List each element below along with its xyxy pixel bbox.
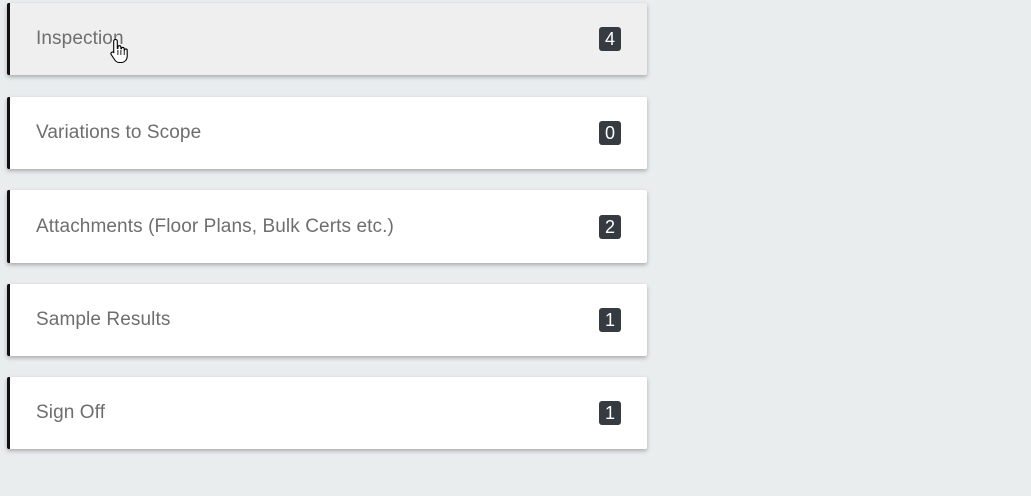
panel-label: Attachments (Floor Plans, Bulk Certs etc… [36, 215, 394, 237]
panel-sign-off[interactable]: Sign Off 1 [7, 377, 647, 449]
panel-label: Variations to Scope [36, 122, 202, 143]
section-panel-list: Inspection 4 Variations to Scope 0 Attac… [7, 3, 647, 471]
count-badge: 1 [599, 401, 621, 425]
count-badge: 2 [599, 214, 621, 239]
panel-label: Inspection [36, 28, 124, 49]
panel-inspection[interactable]: Inspection 4 [7, 3, 647, 75]
count-badge: 1 [599, 308, 621, 332]
panel-label: Sample Results [36, 309, 171, 330]
count-badge: 0 [599, 121, 621, 145]
panel-sample-results[interactable]: Sample Results 1 [7, 284, 647, 356]
panel-variations-to-scope[interactable]: Variations to Scope 0 [7, 97, 647, 169]
panel-label: Sign Off [36, 402, 106, 423]
count-badge: 4 [599, 27, 621, 51]
panel-attachments[interactable]: Attachments (Floor Plans, Bulk Certs etc… [7, 190, 647, 263]
